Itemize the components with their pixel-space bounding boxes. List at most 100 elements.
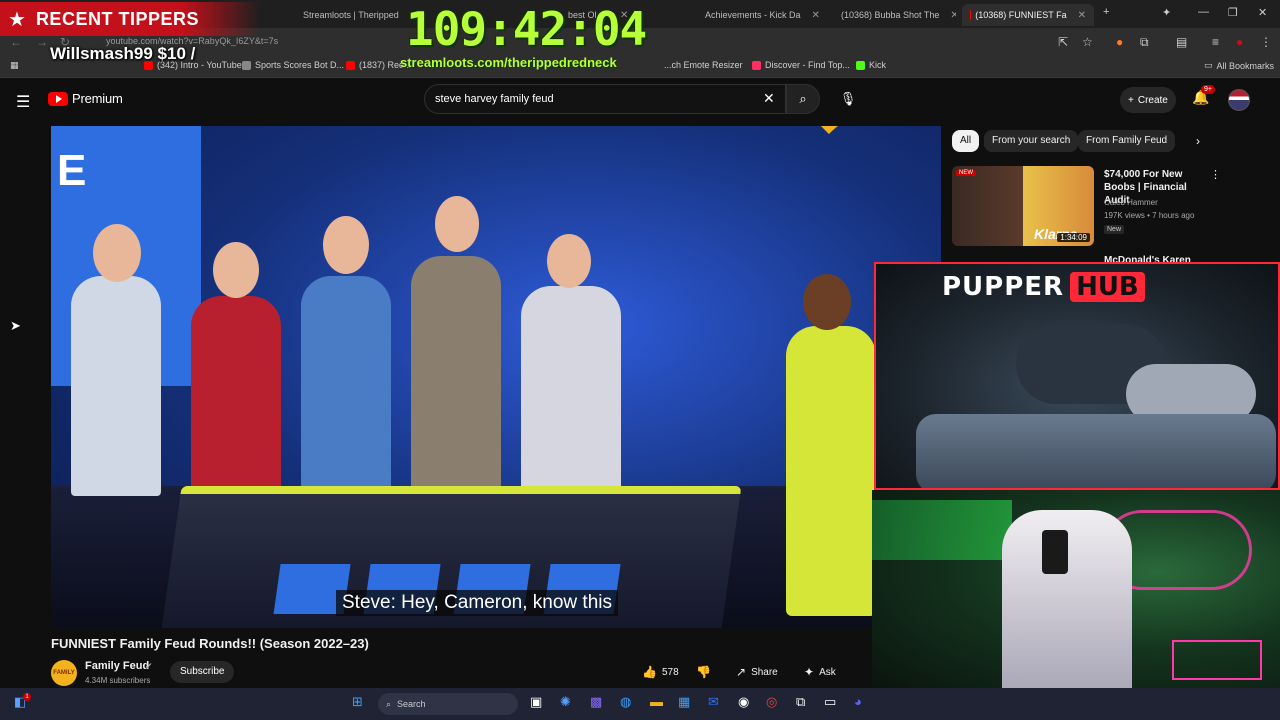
back-icon[interactable]: ←	[10, 35, 22, 49]
contestant-head	[93, 224, 141, 282]
voice-search-button[interactable]: 🎙	[834, 85, 862, 113]
plus-icon: +	[1128, 94, 1134, 106]
notifications-button[interactable]: 🔔 9+	[1192, 85, 1215, 106]
tab-label: (10368) Bubba Shot The	[841, 10, 940, 20]
chip-from-search[interactable]: From your search	[984, 130, 1079, 152]
like-button[interactable]: 👍 578	[642, 661, 679, 683]
stream-timer: 109:42:04	[406, 2, 647, 56]
obs-icon[interactable]: ◉	[738, 694, 749, 710]
contestant-figure	[411, 256, 501, 496]
media-icon[interactable]: ≡	[1212, 35, 1219, 49]
hamburger-menu-icon[interactable]: ☰	[16, 92, 30, 112]
chevron-right-icon[interactable]: ›	[1196, 134, 1200, 148]
minimize-icon[interactable]: —	[1198, 6, 1209, 18]
dislike-button[interactable]: 👎	[696, 661, 711, 683]
close-tab-icon[interactable]: ✕	[812, 10, 820, 21]
close-window-icon[interactable]: ✕	[1258, 6, 1267, 19]
share-icon: ↗	[736, 665, 747, 679]
all-bookmarks[interactable]: ▭ All Bookmarks	[1204, 60, 1274, 71]
bookmark-item[interactable]: Sports Scores Bot D...	[242, 60, 344, 70]
clear-search-icon[interactable]: ✕	[763, 90, 775, 107]
apps-grid-icon[interactable]: ▦	[10, 60, 19, 71]
tab-current-video[interactable]: (10368) FUNNIEST Fa ✕	[962, 4, 1094, 26]
tab-kick-achievements[interactable]: Achievements - Kick Da ✕	[692, 4, 822, 26]
menu-kebab-icon[interactable]: ⋮	[1260, 35, 1272, 49]
search-button[interactable]: ⌕	[786, 84, 820, 114]
more-options-icon[interactable]: ⋮	[1210, 168, 1221, 181]
forward-icon[interactable]: →	[36, 35, 48, 49]
bookmark-star-icon[interactable]: ☆	[1082, 35, 1093, 49]
close-tab-icon[interactable]: ✕	[950, 10, 956, 21]
extensions-puzzle-icon[interactable]: ⧉	[1140, 35, 1149, 50]
ask-button[interactable]: ✦ Ask	[804, 661, 836, 683]
subscribe-button[interactable]: Subscribe	[170, 661, 235, 683]
like-count: 578	[661, 666, 679, 678]
subscriber-count: 4.34M subscribers	[85, 676, 151, 685]
thumbs-up-icon: 👍	[642, 665, 657, 679]
extension-orange-icon[interactable]: ●	[1116, 35, 1123, 49]
search-input[interactable]: steve harvey family feud	[424, 84, 786, 114]
channel-name[interactable]: Family Feud	[85, 660, 149, 672]
channel-avatar[interactable]: FAMILY FEUD	[51, 660, 77, 702]
terminal-icon[interactable]: ▭	[824, 694, 836, 710]
sidepanel-icon[interactable]: ▤	[1176, 35, 1187, 49]
store-icon[interactable]: ▦	[678, 694, 690, 710]
chip-from-channel[interactable]: From Family Feud	[1078, 130, 1176, 152]
neon-sign	[1172, 640, 1262, 680]
sparkle-icon: ✦	[804, 665, 815, 679]
host-figure	[786, 326, 876, 616]
avatar[interactable]	[1228, 89, 1250, 111]
host-head	[803, 274, 851, 330]
file-explorer-icon[interactable]: ▬	[650, 694, 663, 709]
extension-icon[interactable]: ✦	[1162, 6, 1171, 19]
edge-icon[interactable]: ◍	[620, 694, 631, 710]
close-tab-icon[interactable]: ✕	[1078, 10, 1086, 21]
maximize-icon[interactable]: ❐	[1228, 6, 1238, 19]
recommendation-thumbnail[interactable]: NEW Klarna 1:34:09	[952, 166, 1094, 246]
contestant-figure	[521, 286, 621, 496]
recommendation-channel[interactable]: Caleb Hammer	[1104, 198, 1158, 207]
task-view-icon[interactable]: ▣	[530, 694, 542, 710]
video-player[interactable]: E	[51, 126, 941, 628]
search-icon: ⌕	[799, 91, 807, 106]
recommendation-item[interactable]: NEW Klarna 1:34:09 $74,000 For New Boobs…	[952, 166, 1272, 250]
taskbar-search[interactable]: ⌕ Search	[378, 693, 518, 715]
notif-badge: 9+	[1201, 85, 1215, 94]
app-icon[interactable]: ⧉	[796, 694, 805, 710]
share-button[interactable]: ↗ Share	[736, 661, 778, 683]
cam-bed	[916, 414, 1276, 488]
thumbs-down-icon: 👎	[696, 665, 711, 679]
cast-icon[interactable]: ⇱	[1058, 35, 1068, 49]
bookmark-item[interactable]: ...ch Emote Resizer	[664, 60, 743, 70]
windows-start-icon[interactable]: ⊞	[352, 694, 363, 710]
contestant-head	[547, 234, 591, 288]
chrome-icon[interactable]: ◎	[766, 694, 777, 710]
profile-icon[interactable]: ●	[1236, 35, 1243, 49]
video-title: FUNNIEST Family Feud Rounds!! (Season 20…	[51, 636, 369, 651]
youtube-play-icon	[48, 91, 68, 106]
tab-streamloots[interactable]: Streamloots | Theripped ✕	[290, 4, 410, 26]
streamer-webcam	[872, 490, 1280, 696]
outlook-icon[interactable]: ✉	[708, 694, 719, 710]
duration-badge: 1:34:09	[1057, 233, 1090, 242]
tab-bubba-video[interactable]: (10368) Bubba Shot The ✕	[828, 4, 956, 26]
streamer-mask-eye	[1042, 530, 1068, 574]
tipper-name: Willsmash99 $10 /	[50, 44, 196, 63]
create-button[interactable]: + Create	[1120, 87, 1176, 113]
video-set-letter: E	[57, 146, 87, 195]
new-tab-icon[interactable]: +	[1103, 6, 1109, 18]
discord-icon[interactable]: ◕	[854, 694, 862, 709]
bookmark-item[interactable]: Kick	[856, 60, 886, 70]
bookmark-item[interactable]: Discover - Find Top...	[752, 60, 850, 70]
stream-url: streamloots.com/therippedredneck	[400, 55, 617, 70]
contestant-head	[323, 216, 369, 274]
youtube-favicon-icon	[346, 60, 355, 70]
contestant-head	[435, 196, 479, 252]
neon-light	[872, 500, 1012, 560]
chip-all[interactable]: All	[952, 130, 980, 152]
contestant-figure	[71, 276, 161, 496]
copilot-icon[interactable]: ✺	[560, 694, 571, 710]
youtube-logo[interactable]: Premium	[48, 91, 123, 106]
pupper-hub-logo: PUPPER HUB	[942, 270, 1145, 304]
teams-icon[interactable]: ▩	[590, 694, 602, 710]
